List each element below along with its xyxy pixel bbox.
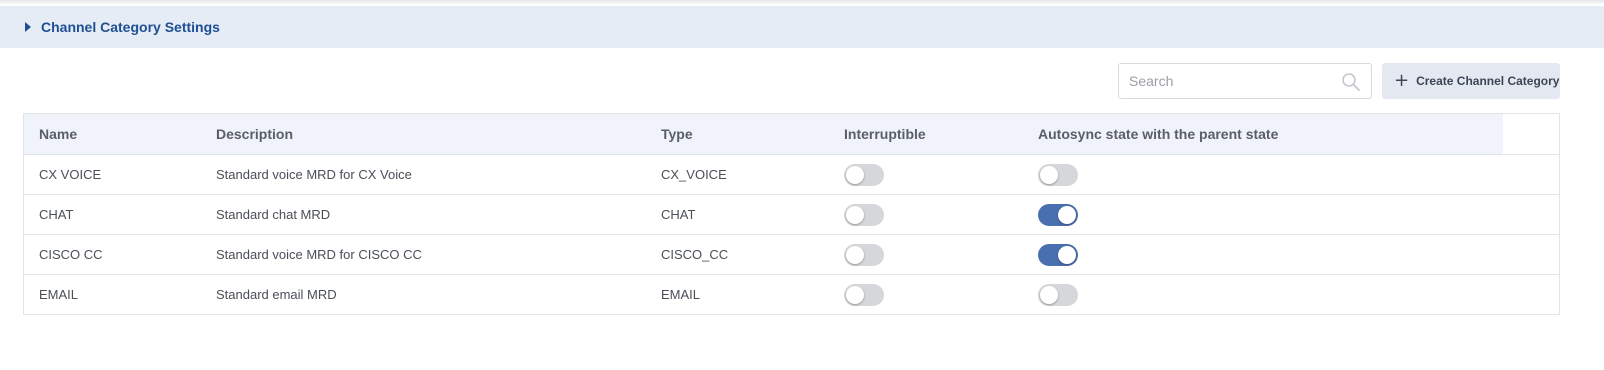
- table-row[interactable]: CX VOICE Standard voice MRD for CX Voice…: [24, 155, 1559, 195]
- toggle-knob: [846, 205, 864, 224]
- toggle-knob: [846, 245, 864, 264]
- toggle-knob: [1058, 245, 1076, 264]
- cell-type: CHAT: [661, 207, 696, 222]
- interruptible-toggle[interactable]: [844, 163, 884, 186]
- caret-right-icon[interactable]: [25, 22, 31, 32]
- table-row[interactable]: EMAIL Standard email MRD EMAIL: [24, 275, 1559, 314]
- autosync-toggle[interactable]: [1038, 283, 1078, 306]
- toggle-knob: [846, 165, 864, 184]
- cell-name: CISCO CC: [39, 247, 103, 262]
- cell-name: EMAIL: [39, 287, 79, 302]
- cell-type: CX_VOICE: [661, 167, 727, 182]
- create-channel-category-button[interactable]: + Create Channel Category: [1382, 63, 1560, 99]
- cell-description: Standard email MRD: [216, 287, 337, 302]
- top-shadow: [0, 0, 1604, 5]
- autosync-toggle[interactable]: [1038, 203, 1078, 226]
- toggle-knob: [846, 285, 864, 304]
- interruptible-toggle[interactable]: [844, 203, 884, 226]
- cell-description: Standard chat MRD: [216, 207, 331, 222]
- column-header-type[interactable]: Type: [661, 114, 693, 154]
- cell-description: Standard voice MRD for CX Voice: [216, 167, 412, 182]
- column-header-autosync[interactable]: Autosync state with the parent state: [1038, 114, 1278, 154]
- toggle-knob: [1058, 205, 1076, 224]
- interruptible-toggle[interactable]: [844, 243, 884, 266]
- section-header-channel-category[interactable]: Channel Category Settings: [0, 6, 1604, 48]
- table-row[interactable]: CISCO CC Standard voice MRD for CISCO CC…: [24, 235, 1559, 275]
- autosync-toggle[interactable]: [1038, 163, 1078, 186]
- search-icon[interactable]: [1341, 72, 1361, 92]
- cell-description: Standard voice MRD for CISCO CC: [216, 247, 422, 262]
- cell-name: CHAT: [39, 207, 74, 222]
- column-header-name[interactable]: Name: [39, 114, 77, 154]
- plus-icon: +: [1394, 70, 1410, 91]
- cell-type: CISCO_CC: [661, 247, 729, 262]
- search-input[interactable]: [1119, 64, 1334, 98]
- toggle-knob: [1040, 165, 1058, 184]
- cell-type: EMAIL: [661, 287, 701, 302]
- create-button-label: Create Channel Category: [1416, 74, 1560, 88]
- table-row[interactable]: CHAT Standard chat MRD CHAT: [24, 195, 1559, 235]
- channel-category-table: Name Description Type Interruptible Auto…: [23, 113, 1560, 315]
- toggle-knob: [1040, 285, 1058, 304]
- cell-name: CX VOICE: [39, 167, 102, 182]
- table-header: Name Description Type Interruptible Auto…: [24, 114, 1559, 155]
- section-title: Channel Category Settings: [41, 19, 220, 35]
- interruptible-toggle[interactable]: [844, 283, 884, 306]
- column-header-description[interactable]: Description: [216, 114, 293, 154]
- column-header-interruptible[interactable]: Interruptible: [844, 114, 926, 154]
- search-box: [1118, 63, 1372, 99]
- autosync-toggle[interactable]: [1038, 243, 1078, 266]
